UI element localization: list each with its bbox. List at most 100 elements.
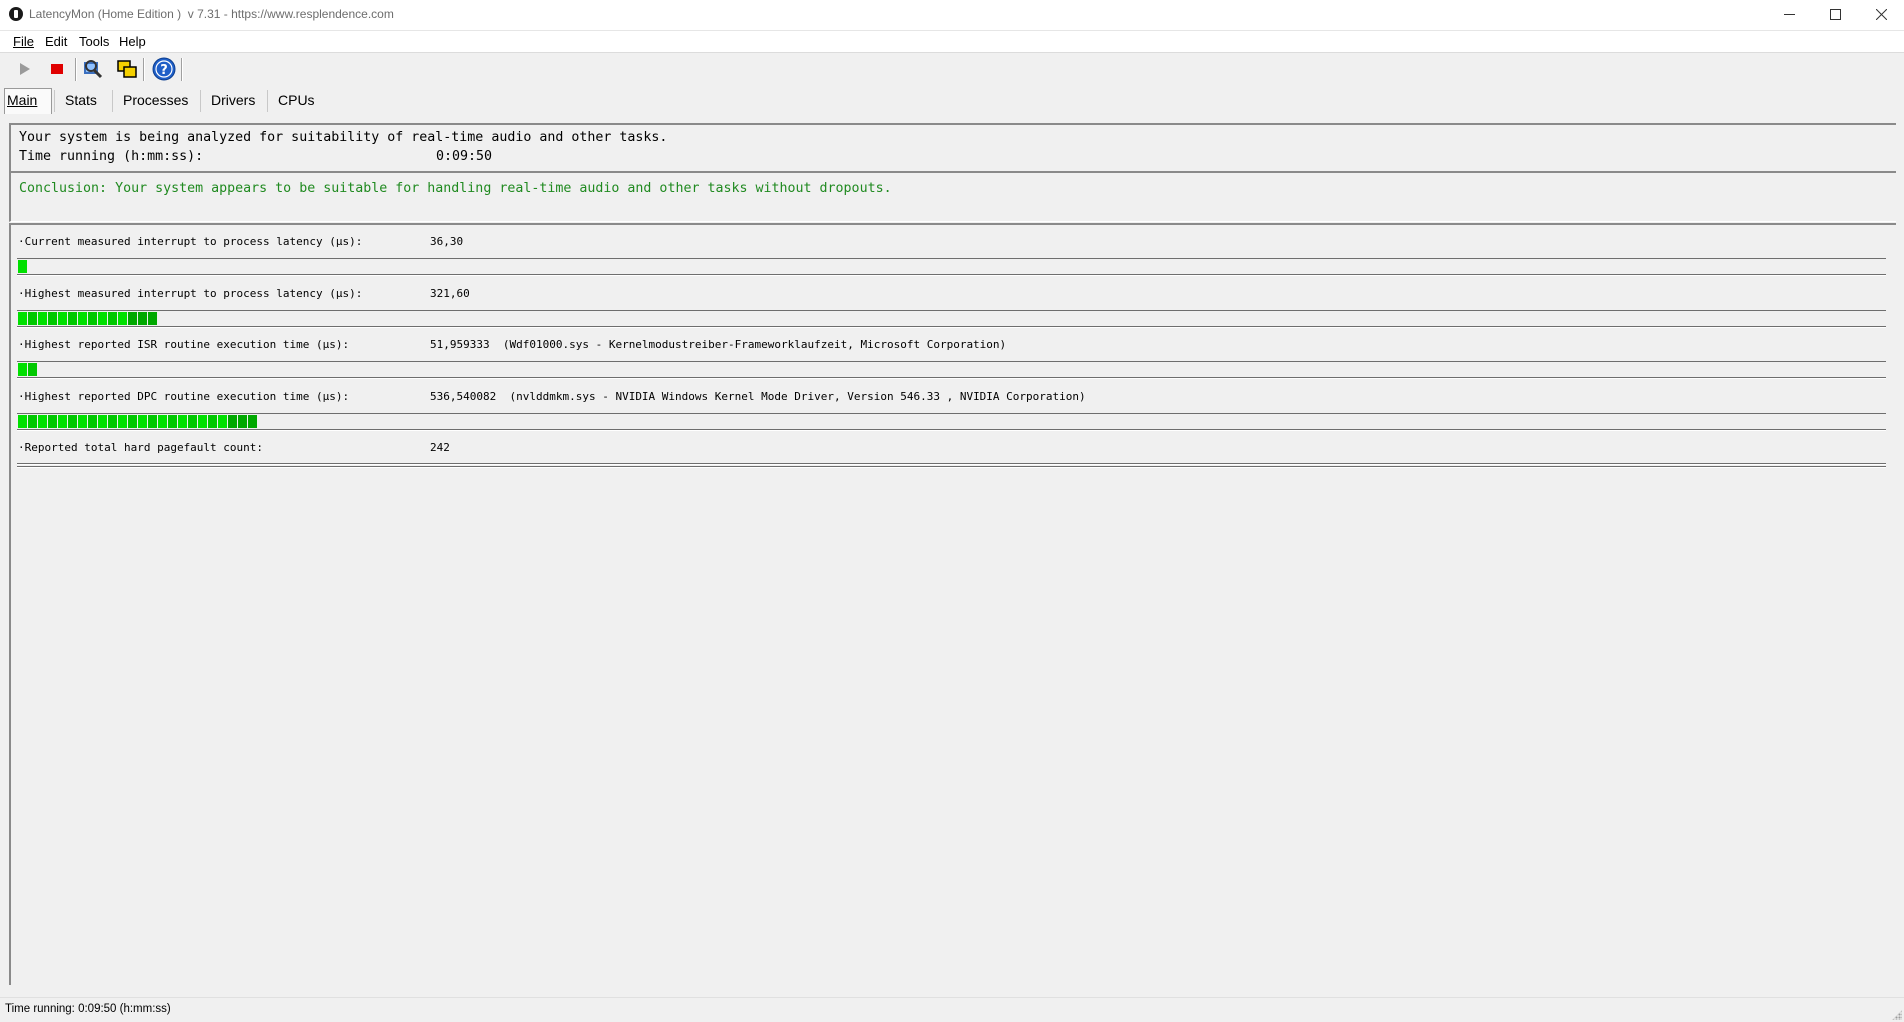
meter-segment — [238, 414, 247, 428]
metric-label: ·Highest measured interrupt to process l… — [18, 286, 363, 300]
status-text: Time running: 0:09:50 (h:mm:ss) — [5, 1003, 171, 1015]
svg-text:?: ? — [160, 63, 168, 78]
meter-segment — [138, 414, 147, 428]
meter-segment — [68, 414, 77, 428]
tab-stats[interactable]: Stats — [63, 89, 99, 111]
metric-meter-fill — [18, 363, 37, 376]
tab-separator — [112, 90, 113, 112]
minimize-button[interactable] — [1766, 0, 1812, 30]
meter-segment — [18, 363, 27, 376]
help-icon: ? — [152, 57, 176, 81]
toolbar: ? — [0, 52, 1904, 86]
meter-segment — [58, 311, 67, 325]
metric-label: ·Current measured interrupt to process l… — [18, 235, 363, 248]
meter-segment — [198, 414, 207, 428]
metric-meter-empty — [17, 463, 1886, 464]
menu-bar: File Edit Tools Help — [0, 30, 1904, 53]
metric-divider — [17, 466, 1886, 467]
conclusion-panel: Conclusion: Your system appears to be su… — [9, 171, 1896, 222]
meter-segment — [78, 311, 87, 325]
menu-tools[interactable]: Tools — [79, 34, 109, 49]
metric-meter — [17, 412, 1886, 430]
metric-meter — [17, 361, 1886, 378]
help-button[interactable]: ? — [151, 57, 177, 81]
stop-icon — [51, 64, 63, 74]
tab-separator — [267, 90, 268, 112]
windows-icon — [117, 60, 137, 78]
meter-segment — [128, 311, 137, 325]
meter-segment — [118, 414, 127, 428]
menu-edit[interactable]: Edit — [45, 34, 67, 49]
meter-segment — [118, 311, 127, 325]
meter-segment — [168, 414, 177, 428]
meter-segment — [98, 414, 107, 428]
meter-segment — [38, 414, 47, 428]
meter-segment — [18, 311, 27, 325]
meter-segment — [28, 414, 37, 428]
meter-segment — [48, 311, 57, 325]
metric-number: 242 — [430, 441, 450, 454]
meter-segment — [28, 311, 37, 325]
tab-processes[interactable]: Processes — [121, 89, 190, 111]
stop-button[interactable] — [44, 57, 70, 81]
meter-segment — [48, 414, 57, 428]
close-button[interactable] — [1858, 0, 1904, 30]
meter-segment — [58, 414, 67, 428]
meter-segment — [248, 414, 257, 428]
menu-file[interactable]: File — [13, 34, 34, 49]
meter-segment — [218, 414, 227, 428]
menu-help[interactable]: Help — [119, 34, 146, 49]
app-icon — [9, 7, 23, 21]
metric-driver-detail: (nvlddmkm.sys - NVIDIA Windows Kernel Mo… — [509, 389, 1086, 403]
tab-separator — [200, 90, 201, 112]
analysis-status-text: Your system is being analyzed for suitab… — [19, 130, 668, 145]
meter-segment — [158, 414, 167, 428]
tab-drivers-label: Drivers — [211, 92, 256, 108]
meter-segment — [38, 311, 47, 325]
metric-number: 321,60 — [430, 286, 470, 300]
tab-main[interactable]: Main — [4, 88, 52, 114]
resize-grip-icon[interactable] — [1892, 1010, 1902, 1020]
metric-meter-fill — [18, 260, 27, 273]
analyze-button[interactable] — [80, 57, 106, 81]
metric-meter — [17, 309, 1886, 327]
meter-segment — [128, 414, 137, 428]
tab-cpus-label: CPUs — [278, 92, 315, 108]
tab-separator — [54, 90, 55, 112]
meter-segment — [208, 414, 217, 428]
meter-segment — [138, 311, 147, 325]
maximize-button[interactable] — [1812, 0, 1858, 30]
tab-cpus[interactable]: CPUs — [276, 89, 317, 111]
windows-button[interactable] — [114, 57, 140, 81]
meter-segment — [108, 311, 117, 325]
meter-segment — [148, 414, 157, 428]
metric-number: 51,959333 — [430, 338, 490, 351]
metric-label: ·Highest reported DPC routine execution … — [18, 389, 350, 403]
meter-segment — [188, 414, 197, 428]
tab-main-label: Main — [7, 92, 38, 108]
metric-value: 51,959333 (Wdf01000.sys - Kernelmodustre… — [430, 338, 1006, 351]
time-running-value: 0:09:50 — [436, 149, 493, 164]
start-button[interactable] — [12, 57, 38, 81]
metric-number: 536,540082 — [430, 389, 497, 403]
metric-meter-fill — [18, 311, 157, 325]
meter-segment — [178, 414, 187, 428]
tab-stats-label: Stats — [65, 92, 97, 108]
analyze-icon — [84, 60, 103, 79]
meter-segment — [108, 414, 117, 428]
title-bar: LatencyMon (Home Edition ) v 7.31 - http… — [0, 0, 1904, 30]
tab-drivers[interactable]: Drivers — [209, 89, 257, 111]
app-name: LatencyMon — [29, 7, 95, 21]
meter-segment — [228, 414, 237, 428]
meter-segment — [88, 414, 97, 428]
conclusion-text: Conclusion: Your system appears to be su… — [19, 181, 892, 196]
metric-meter — [17, 258, 1886, 275]
metric-value: 321,60 — [430, 287, 470, 300]
toolbar-separator — [181, 58, 183, 81]
meter-segment — [18, 260, 27, 273]
metric-number: 36,30 — [430, 235, 464, 248]
meter-segment — [88, 311, 97, 325]
meter-segment — [98, 311, 107, 325]
metrics-panel: ·Current measured interrupt to process l… — [9, 223, 1896, 985]
time-running-label: Time running (h:mm:ss): — [19, 149, 204, 164]
